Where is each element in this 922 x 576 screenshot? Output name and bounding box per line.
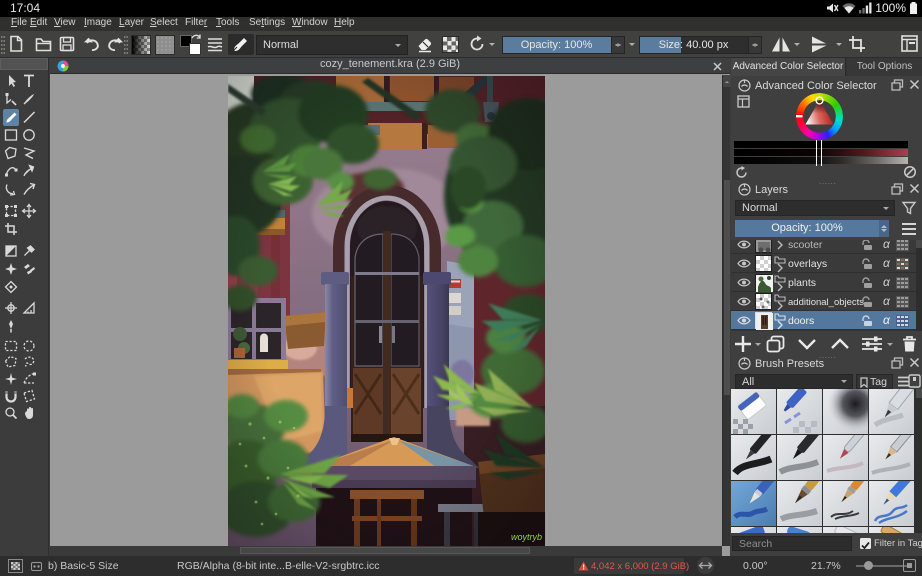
svg-text:woytryb: woytryb (511, 532, 542, 542)
